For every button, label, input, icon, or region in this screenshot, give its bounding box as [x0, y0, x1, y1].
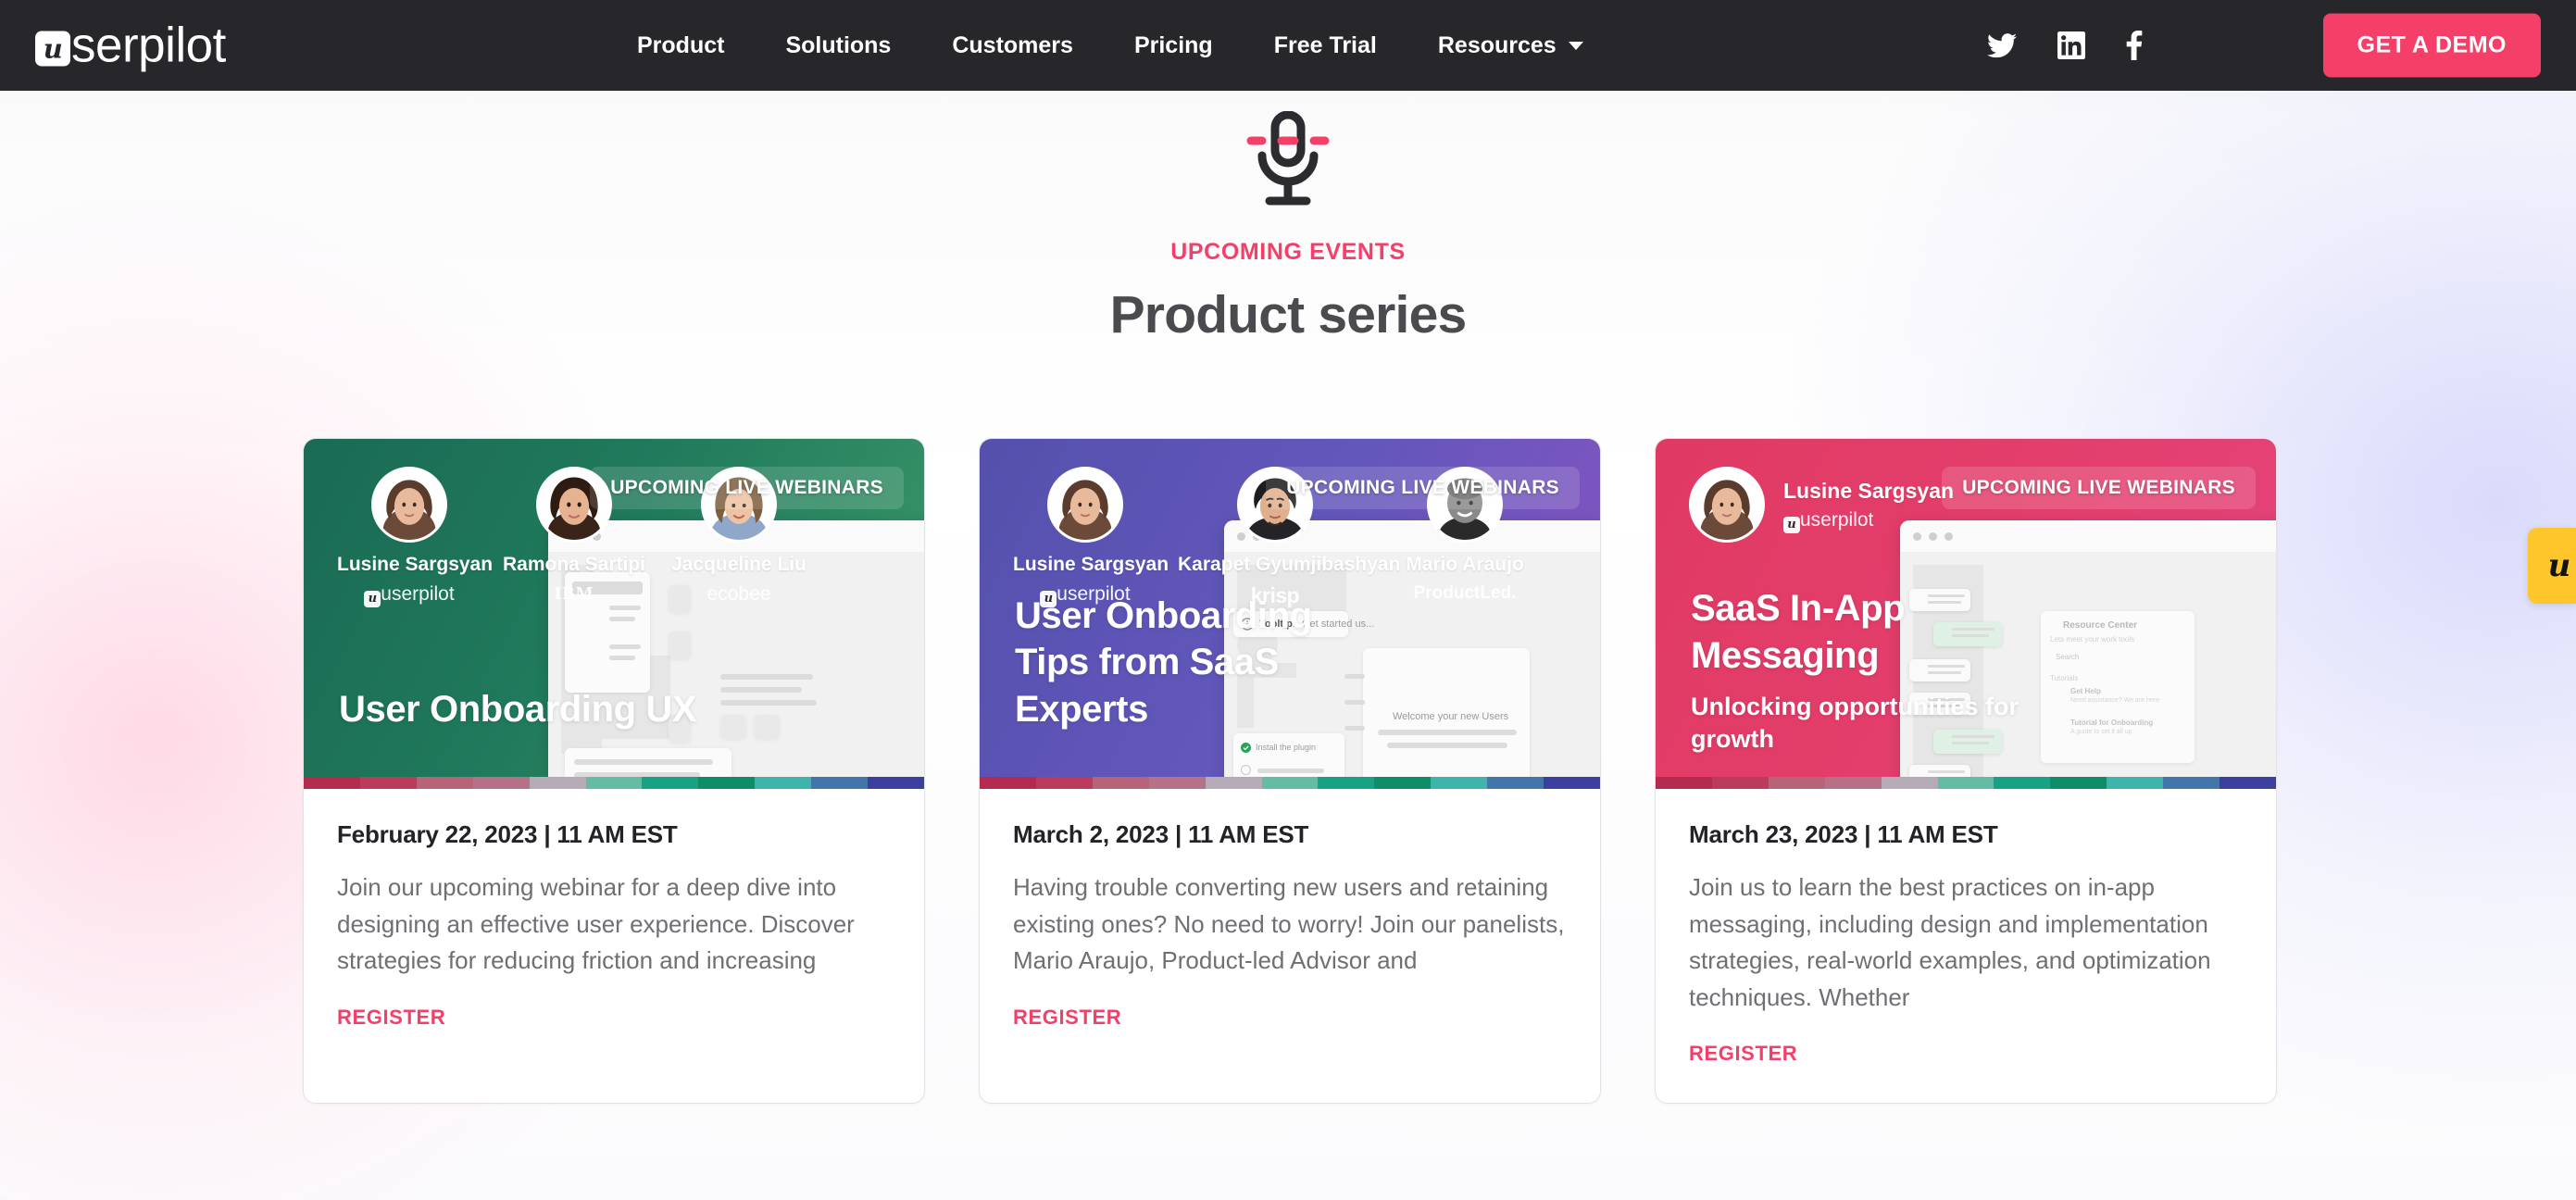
register-link[interactable]: REGISTER	[1013, 1006, 1121, 1030]
speaker-org: u userpilot	[1783, 508, 1954, 533]
card-media: Lusine Sargsyan u userpilot Ramona Sartip…	[304, 439, 924, 789]
nav-item-product[interactable]: Product	[606, 0, 755, 91]
event-card[interactable]: Lusine Sargsyan u userpilot Ramona Sartip…	[303, 438, 925, 1105]
card-body: March 23, 2023 | 11 AM EST Join us to le…	[1656, 789, 2276, 1103]
primary-navigation: Product Solutions Customers Pricing Free…	[606, 0, 1614, 91]
chevron-down-icon	[1568, 41, 1583, 50]
speaker-org: ProductLed.	[1413, 583, 1517, 603]
speaker-name: Lusine Sargsyan	[1013, 554, 1169, 575]
speaker-name: Jacqueline Liu	[671, 554, 807, 575]
mock-item1-sub: Need assistance? We are here	[2070, 697, 2159, 704]
nav-label: Free Trial	[1273, 32, 1377, 58]
card-date: February 22, 2023 | 11 AM EST	[337, 820, 678, 848]
mock-checklist-label: Install the plugin	[1256, 743, 1317, 752]
event-card[interactable]: Resource Center Lets meet your work tool…	[1655, 438, 2277, 1105]
userpilot-logo[interactable]: u serpilot	[35, 21, 226, 70]
userpilot-widget-tab[interactable]: u	[2528, 528, 2576, 604]
avatar	[1047, 467, 1123, 543]
twitter-icon[interactable]	[1987, 32, 2017, 58]
nav-label: Solutions	[785, 32, 892, 58]
nav-label: Product	[637, 32, 725, 58]
userpilot-mark-icon: u	[2547, 547, 2571, 584]
card-speakers: Lusine Sargsyan u userpilot	[1689, 467, 1954, 543]
card-media-title: User Onboarding UX	[339, 689, 697, 731]
card-description: Join our upcoming webinar for a deep div…	[337, 873, 855, 975]
page-title: Product series	[1109, 285, 1468, 344]
status-badge: UPCOMING LIVE WEBINARS	[590, 467, 904, 509]
event-cards-grid: Lusine Sargsyan u userpilot Ramona Sartip…	[303, 438, 2281, 1105]
nav-item-customers[interactable]: Customers	[921, 0, 1104, 91]
site-header: u serpilot Product Solutions Customers Pr…	[0, 0, 2576, 91]
register-link[interactable]: REGISTER	[337, 1006, 445, 1030]
social-links	[1987, 31, 2143, 60]
speaker-name: Lusine Sargsyan	[337, 554, 494, 575]
facebook-icon[interactable]	[2126, 31, 2143, 60]
event-card[interactable]: Tooltip: Get started us... Welcome your …	[979, 438, 1601, 1105]
card-media: Tooltip: Get started us... Welcome your …	[980, 439, 1600, 789]
userpilot-mark-icon: u	[364, 591, 381, 607]
linkedin-icon[interactable]	[2057, 31, 2085, 59]
card-media: Resource Center Lets meet your work tool…	[1656, 439, 2276, 789]
card-media-title: SaaS In-App Messaging	[1691, 588, 1906, 677]
speaker-meta: Lusine Sargsyan u userpilot	[1783, 478, 1955, 533]
speaker: Lusine Sargsyan u userpilot	[1013, 467, 1169, 608]
microphone-icon	[0, 106, 2576, 217]
speaker-org: u userpilot	[337, 583, 481, 607]
speaker-name: Lusine Sargsyan	[1783, 478, 1955, 503]
speaker-name: Karapet Gyumjibashyan	[1178, 554, 1401, 575]
avatar	[1689, 467, 1765, 543]
get-a-demo-button[interactable]: GET A DEMO	[2322, 13, 2541, 78]
speaker-name: Ramona Sartipi	[502, 554, 646, 575]
card-body: February 22, 2023 | 11 AM EST Join our u…	[304, 789, 924, 1103]
speaker-org-label: userpilot	[1800, 508, 1874, 531]
speaker-org: IBM	[554, 583, 594, 604]
mock-resource-center-title: Resource Center	[2063, 620, 2138, 631]
mock-item2-title: Tutorial for Onboarding	[2070, 719, 2154, 727]
logo-text: serpilot	[71, 18, 226, 73]
section-eyebrow: UPCOMING EVENTS	[1170, 239, 1406, 265]
card-description: Join us to learn the best practices on i…	[1689, 873, 2211, 1011]
mock-item1-title: Get Help	[2070, 687, 2101, 695]
speaker-org-label: userpilot	[381, 583, 455, 605]
card-date: March 23, 2023 | 11 AM EST	[1689, 820, 1998, 848]
card-media-title: User Onboarding Tips from SaaS Experts	[1015, 594, 1312, 731]
card-media-subtitle: Unlocking opportunities for growth	[1691, 692, 2019, 753]
nav-label: Customers	[952, 32, 1073, 58]
color-strip	[980, 777, 1600, 789]
logo-mark-icon: u	[35, 31, 70, 66]
nav-item-free-trial[interactable]: Free Trial	[1244, 0, 1407, 91]
status-badge: UPCOMING LIVE WEBINARS	[1942, 467, 2256, 509]
userpilot-mark-icon: u	[1783, 516, 1800, 533]
mock-item2-sub: A guide to set it all up	[2070, 729, 2132, 735]
card-body: March 2, 2023 | 11 AM EST Having trouble…	[980, 789, 1600, 1103]
nav-item-pricing[interactable]: Pricing	[1104, 0, 1244, 91]
nav-label: Pricing	[1133, 32, 1213, 58]
card-date: March 2, 2023 | 11 AM EST	[1013, 820, 1309, 848]
status-badge: UPCOMING LIVE WEBINARS	[1266, 467, 1580, 509]
nav-label: Resources	[1437, 32, 1557, 58]
nav-item-solutions[interactable]: Solutions	[755, 0, 921, 91]
avatar	[371, 467, 447, 543]
mock-tutorials-label: Tutorials	[2050, 674, 2079, 682]
hero-section: UPCOMING EVENTS Product series	[0, 91, 2576, 345]
mock-welcome-label: Welcome your new Users	[1393, 711, 1509, 722]
color-strip	[1656, 777, 2276, 789]
mock-resource-center-sub: Lets meet your work tools	[2050, 635, 2135, 644]
mock-browser-bar	[1900, 520, 2276, 552]
speaker-name: Mario Araujo	[1406, 554, 1524, 575]
color-strip	[304, 777, 924, 789]
nav-item-resources[interactable]: Resources	[1407, 0, 1614, 91]
speaker-org: ecobee	[707, 583, 771, 605]
speaker: Lusine Sargsyan u userpilot	[337, 467, 494, 607]
card-description: Having trouble converting new users and …	[1013, 873, 1565, 975]
register-link[interactable]: REGISTER	[1689, 1042, 1797, 1066]
mock-search-placeholder: Search	[2056, 653, 2080, 661]
